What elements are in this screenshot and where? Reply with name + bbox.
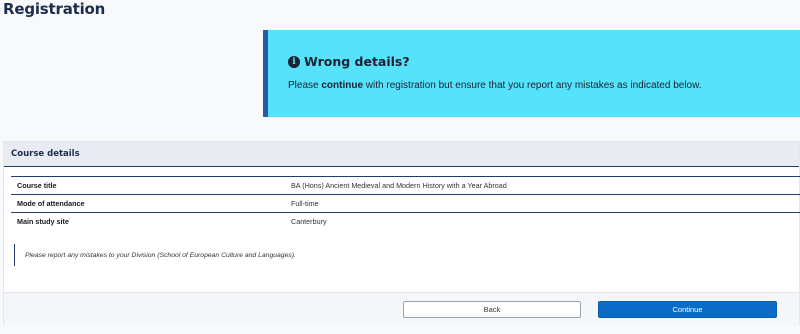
action-bar: Back Continue <box>4 292 799 325</box>
course-details-title: Course details <box>11 149 80 159</box>
alert-message-suffix: with registration but ensure that you re… <box>363 80 702 91</box>
alert-message-prefix: Please <box>288 80 322 91</box>
page-title: Registration <box>3 0 106 18</box>
course-details-header: Course details <box>4 142 799 167</box>
back-button[interactable]: Back <box>403 301 581 318</box>
row-value: Full-time <box>291 199 319 208</box>
course-details-table: Course title BA (Hons) Ancient Medieval … <box>11 176 800 231</box>
info-circle-icon: i <box>288 55 300 68</box>
alert-heading: i Wrong details? <box>288 54 410 69</box>
table-row: Mode of attendance Full-time <box>11 194 800 213</box>
registration-page: Registration i Wrong details? Please con… <box>0 0 800 334</box>
row-label: Main study site <box>17 217 69 227</box>
alert-message-bold: continue <box>321 80 364 91</box>
alert-heading-text: Wrong details? <box>304 54 410 69</box>
wrong-details-alert: i Wrong details? Please continue with re… <box>263 30 800 117</box>
course-details-card: Course details Course title BA (Hons) An… <box>3 141 800 325</box>
report-mistakes-note: Please report any mistakes to your Divis… <box>14 244 296 266</box>
table-row: Main study site Canterbury <box>11 212 800 231</box>
row-value: Canterbury <box>291 217 327 227</box>
row-value: BA (Hons) Ancient Medieval and Modern Hi… <box>291 181 507 190</box>
table-row: Course title BA (Hons) Ancient Medieval … <box>11 176 800 195</box>
continue-button[interactable]: Continue <box>598 301 777 318</box>
row-label: Mode of attendance <box>17 199 85 208</box>
alert-message: Please continue with registration but en… <box>288 80 702 91</box>
row-label: Course title <box>17 181 57 190</box>
